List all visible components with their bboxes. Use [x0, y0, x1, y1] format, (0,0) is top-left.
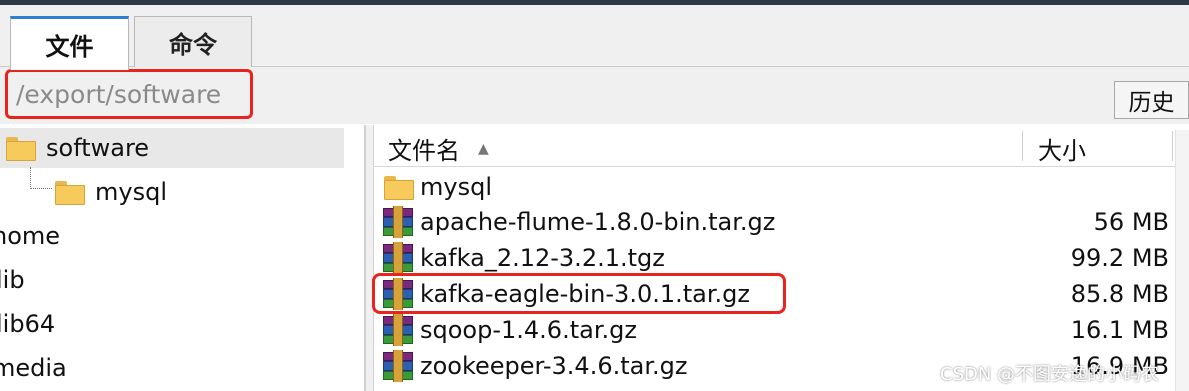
tree-item-lib[interactable]: lib — [0, 260, 25, 300]
tree-item-label: software — [46, 134, 150, 162]
tree-connector — [30, 167, 52, 189]
tree-item-media[interactable]: media — [0, 348, 67, 388]
file-row[interactable]: apache-flume-1.8.0-bin.tar.gz 56 MB — [380, 204, 1189, 240]
tree-item-lib64[interactable]: lib64 — [0, 304, 55, 344]
file-row[interactable]: kafka-eagle-bin-3.0.1.tar.gz 85.8 MB — [380, 276, 1189, 312]
tree-item-home[interactable]: home — [0, 216, 60, 256]
tree-item-software[interactable]: software — [0, 128, 344, 168]
archive-icon — [383, 242, 413, 274]
file-name: sqoop-1.4.6.tar.gz — [420, 316, 637, 344]
archive-icon — [383, 314, 413, 346]
tree-item-label: home — [0, 222, 61, 250]
column-divider[interactable] — [1022, 131, 1023, 161]
column-divider[interactable] — [1172, 131, 1173, 161]
tree-item-label: mysql — [95, 178, 167, 206]
pane-splitter[interactable] — [365, 125, 374, 391]
file-name: mysql — [420, 173, 492, 201]
column-header-name[interactable]: 文件名 ▲ — [388, 131, 489, 166]
sort-ascending-icon: ▲ — [478, 140, 489, 157]
watermark: CSDN @不图安逸的小码农 — [940, 364, 1160, 385]
file-list: 文件名 ▲ 大小 mysql apache-flume-1.8.0-bin.ta… — [374, 125, 1189, 391]
folder-icon — [6, 137, 36, 161]
file-name: zookeeper-3.4.6.tar.gz — [420, 352, 688, 380]
tab-bar: 文件 命令 — [0, 5, 1189, 70]
file-row[interactable]: kafka_2.12-3.2.1.tgz 99.2 MB — [380, 240, 1189, 276]
file-row[interactable]: sqoop-1.4.6.tar.gz 16.1 MB — [380, 312, 1189, 348]
column-header-size[interactable]: 大小 — [1038, 131, 1086, 166]
file-size: 99.2 MB — [1070, 244, 1169, 272]
tree-item-label: lib — [0, 266, 25, 294]
tree-item-label: lib64 — [0, 310, 56, 338]
directory-tree: software mysql home lib lib64 media — [0, 125, 365, 391]
path-bar: 历史 — [0, 67, 1189, 124]
history-button[interactable]: 历史 — [1114, 81, 1189, 119]
file-row[interactable]: mysql — [380, 169, 1189, 205]
tree-item-label: media — [0, 354, 67, 382]
file-size: 16.1 MB — [1070, 316, 1169, 344]
file-list-header: 文件名 ▲ 大小 — [374, 125, 1189, 167]
column-header-name-label: 文件名 — [388, 137, 460, 165]
file-name: apache-flume-1.8.0-bin.tar.gz — [420, 208, 776, 236]
file-size: 56 MB — [1093, 208, 1169, 236]
tree-item-mysql[interactable]: mysql — [55, 172, 167, 212]
archive-icon — [383, 350, 413, 382]
path-input[interactable] — [6, 69, 1106, 119]
file-size: 85.8 MB — [1070, 280, 1169, 308]
tab-files[interactable]: 文件 — [10, 16, 129, 70]
archive-icon — [383, 278, 413, 310]
folder-icon — [55, 181, 85, 205]
archive-icon — [383, 206, 413, 238]
tab-commands[interactable]: 命令 — [134, 16, 252, 68]
vertical-scrollbar[interactable] — [1175, 130, 1189, 391]
file-name: kafka_2.12-3.2.1.tgz — [420, 244, 665, 272]
file-name: kafka-eagle-bin-3.0.1.tar.gz — [420, 280, 750, 308]
folder-icon — [384, 176, 414, 200]
